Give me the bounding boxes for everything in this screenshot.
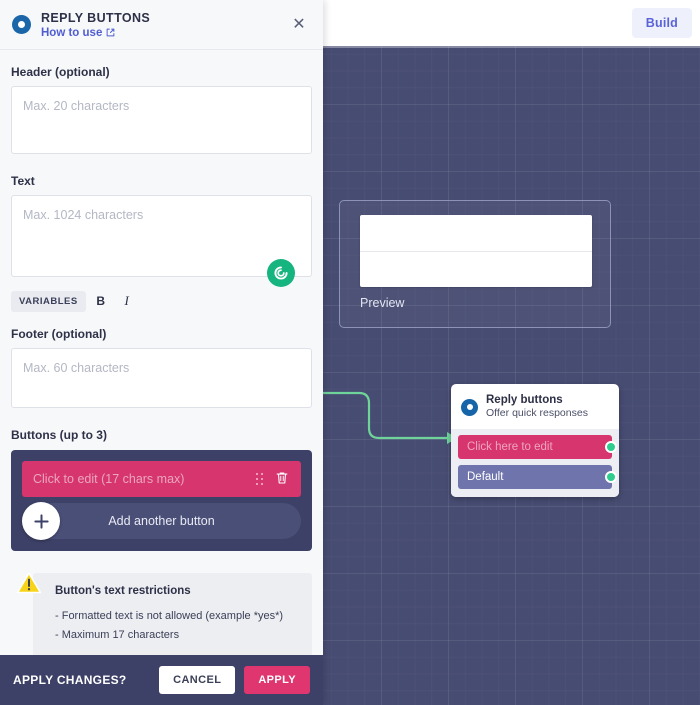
variables-button[interactable]: VARIABLES: [11, 290, 86, 312]
external-link-icon: [106, 28, 115, 37]
apply-changes-bar: APPLY CHANGES? CANCEL APPLY: [0, 655, 323, 705]
reply-buttons-node-header: Reply buttons Offer quick responses: [451, 384, 619, 429]
canvas-top-edge: [323, 46, 700, 48]
reply-buttons-ring-icon: [461, 398, 478, 416]
drag-handle-icon[interactable]: [256, 472, 264, 486]
node-chip-default[interactable]: Default: [458, 465, 617, 490]
reply-button-row-label: Click to edit (17 chars max): [33, 472, 185, 486]
header-field-label: Header (optional): [11, 65, 110, 79]
reply-button-row[interactable]: Click to edit (17 chars max): [22, 461, 301, 497]
preview-node[interactable]: Preview: [339, 200, 611, 328]
preview-node-label: Preview: [360, 296, 405, 310]
connector-edge: [323, 391, 457, 444]
bold-button[interactable]: B: [90, 290, 112, 312]
warning-triangle-icon: [16, 571, 42, 595]
preview-message-bubble: [360, 215, 592, 287]
node-chip-default-label: Default: [467, 471, 504, 484]
how-to-use-link[interactable]: How to use: [41, 27, 150, 39]
panel-title: REPLY BUTTONS: [41, 10, 151, 25]
warning-box: Button's text restrictions - Formatted t…: [33, 573, 312, 655]
flow-graph-canvas[interactable]: Preview Reply buttons Offer quick respon…: [323, 46, 700, 705]
text-field-label: Text: [11, 174, 35, 188]
flow-canvas-area: Build Preview Reply buttons Offer quick …: [323, 0, 700, 705]
add-another-button-label: Add another button: [108, 514, 215, 528]
preview-divider: [360, 251, 592, 252]
panel-body: Header (optional) Text VARIABLES B I Foo…: [0, 50, 323, 655]
plus-icon: [22, 502, 60, 540]
apply-button[interactable]: APPLY: [244, 666, 310, 694]
buttons-block: Click to edit (17 chars max) Add another…: [11, 450, 312, 551]
node-chip-edit-label: Click here to edit: [467, 441, 553, 454]
how-to-use-label: How to use: [41, 26, 103, 39]
panel-header: REPLY BUTTONS How to use ✕: [0, 0, 323, 50]
reply-buttons-node-subtitle: Offer quick responses: [486, 407, 588, 420]
close-icon[interactable]: ✕: [287, 13, 311, 37]
footer-field-label: Footer (optional): [11, 327, 107, 341]
footer-input[interactable]: [11, 348, 312, 408]
reply-buttons-node-body: Click here to edit Default: [451, 429, 619, 498]
warning-block: Button's text restrictions - Formatted t…: [11, 571, 312, 655]
buttons-section-label: Buttons (up to 3): [11, 428, 107, 442]
reply-buttons-node-title: Reply buttons: [486, 394, 563, 406]
header-input[interactable]: [11, 86, 312, 154]
node-output-port-1[interactable]: [605, 441, 617, 454]
node-chip-edit[interactable]: Click here to edit: [458, 435, 617, 460]
add-another-button[interactable]: Add another button: [22, 502, 301, 540]
canvas-topbar: Build: [323, 0, 700, 46]
trash-icon[interactable]: [274, 471, 290, 487]
reply-buttons-node[interactable]: Reply buttons Offer quick responses Clic…: [451, 384, 619, 498]
warning-title: Button's text restrictions: [55, 585, 191, 597]
warning-line-2: - Maximum 17 characters: [55, 629, 180, 642]
apply-changes-prompt: APPLY CHANGES?: [13, 673, 127, 687]
build-button[interactable]: Build: [631, 8, 692, 38]
italic-button[interactable]: I: [116, 290, 138, 312]
warning-line-1: - Formatted text is not allowed (example…: [55, 610, 284, 622]
chat-widget-icon[interactable]: [267, 259, 295, 287]
format-toolbar: VARIABLES B I: [11, 290, 312, 312]
reply-buttons-ring-icon: [12, 15, 31, 34]
reply-buttons-settings-panel: REPLY BUTTONS How to use ✕ Header (optio…: [0, 0, 323, 705]
node-output-port-2[interactable]: [605, 471, 617, 484]
text-input[interactable]: [11, 195, 312, 277]
cancel-button[interactable]: CANCEL: [159, 666, 236, 694]
